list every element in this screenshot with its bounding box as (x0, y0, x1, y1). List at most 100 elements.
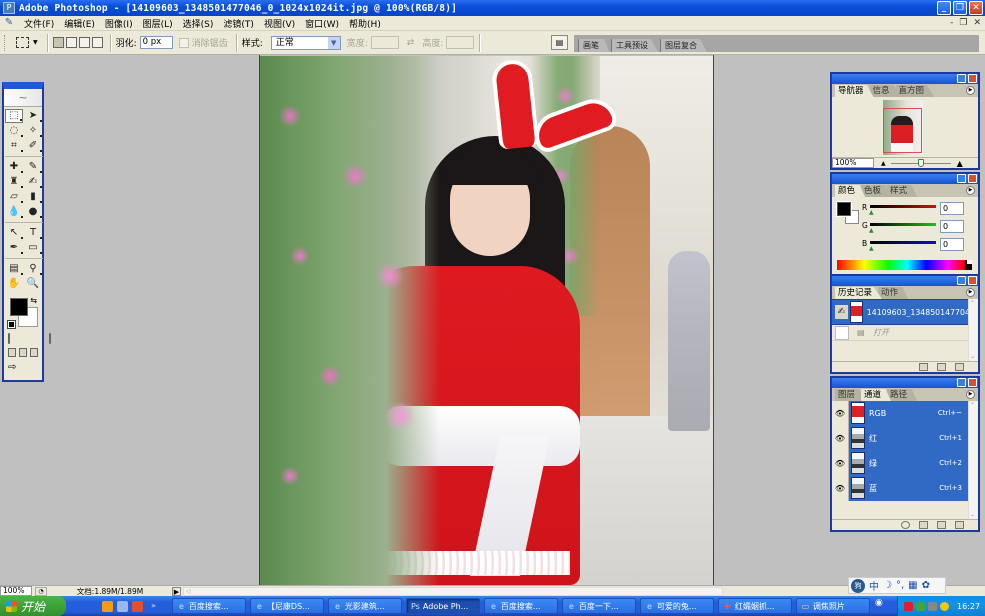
new-selection-button[interactable] (52, 37, 64, 48)
ime-keyboard-icon[interactable]: ▦ (908, 580, 917, 591)
ime-settings-icon[interactable]: ✿ (922, 580, 930, 591)
quick-launch-app-icon[interactable] (132, 600, 143, 612)
tray-app-icon[interactable]: ◉ (875, 598, 889, 612)
palette-minimize-button[interactable] (957, 174, 966, 183)
new-channel-icon[interactable] (937, 521, 946, 529)
gradient-tool-icon[interactable]: ▮ (24, 190, 42, 204)
status-menu-arrow-icon[interactable]: ▶ (172, 586, 181, 596)
tab-paths[interactable]: 路径 (887, 389, 918, 401)
subtract-from-selection-button[interactable] (78, 37, 90, 48)
tray-clock[interactable]: 16:27 (957, 602, 980, 611)
notes-tool-icon[interactable]: ▤ (5, 262, 23, 276)
palette-menu-icon[interactable]: ▶ (966, 186, 975, 195)
tab-actions[interactable]: 动作 (878, 287, 909, 299)
zoom-slider-thumb[interactable] (917, 158, 924, 167)
quick-launch-ie-icon[interactable] (117, 600, 128, 612)
channel-row-red[interactable]: 👁 红 Ctrl+1 (832, 425, 978, 451)
pen-tool-icon[interactable]: ✒ (5, 241, 23, 255)
palette-title-bar[interactable] (832, 276, 978, 286)
history-brush-source-icon[interactable]: ✍ (835, 305, 848, 319)
history-source-checkbox[interactable] (835, 325, 849, 340)
menu-select[interactable]: 选择(S) (178, 17, 219, 30)
history-brush-tool-icon[interactable]: ✍ (24, 175, 42, 189)
palette-close-button[interactable] (968, 174, 977, 183)
lasso-tool-icon[interactable]: ◌ (5, 124, 23, 138)
delete-state-icon[interactable] (955, 363, 964, 371)
tool-preset-marquee-icon[interactable] (16, 37, 29, 48)
menu-layer[interactable]: 图层(L) (138, 17, 178, 30)
tool-preset-dropdown-icon[interactable]: ▼ (33, 39, 38, 46)
taskbar-item[interactable]: e 百度搜索... (171, 598, 246, 614)
doc-restore-button[interactable]: ❐ (959, 18, 967, 28)
tab-histogram[interactable]: 直方图 (895, 85, 935, 97)
menu-edit[interactable]: 编辑(E) (59, 17, 100, 30)
tab-navigator[interactable]: 导航器 (835, 85, 874, 97)
file-browser-icon[interactable]: ▤ (551, 35, 568, 50)
load-channel-as-selection-icon[interactable] (901, 521, 910, 529)
new-document-from-state-icon[interactable] (919, 363, 928, 371)
taskbar-item[interactable]: ✚ 红孀姻抓... (717, 598, 792, 614)
tab-history[interactable]: 历史记录 (835, 287, 883, 299)
swap-colors-icon[interactable]: ⇆ (30, 296, 37, 305)
palette-menu-icon[interactable]: ▶ (966, 86, 975, 95)
ime-logo-icon[interactable]: 狗 (851, 578, 865, 593)
history-scrollbar[interactable] (968, 299, 978, 361)
rect-marquee-tool-icon[interactable]: ⬚ (5, 109, 23, 123)
document-icon[interactable]: ✎ (3, 17, 15, 29)
tab-channels[interactable]: 通道 (861, 389, 892, 401)
visibility-eye-icon[interactable]: 👁 (832, 475, 849, 501)
palette-title-bar[interactable] (832, 74, 978, 84)
tray-app-icon[interactable] (928, 601, 937, 611)
eyedropper-tool-icon[interactable]: ⚲ (24, 262, 42, 276)
photoshop-app-icon[interactable]: P (3, 2, 15, 14)
blue-ramp-slider[interactable] (870, 241, 936, 244)
ime-chinese-mode-icon[interactable]: 中 (869, 578, 879, 593)
taskbar-item[interactable]: ▭ 调焦照片 (795, 598, 870, 614)
palette-minimize-button[interactable] (957, 276, 966, 285)
menu-window[interactable]: 窗口(W) (300, 17, 344, 30)
palette-menu-icon[interactable]: ▶ (966, 390, 975, 399)
channel-row-green[interactable]: 👁 绿 Ctrl+2 (832, 450, 978, 476)
options-grip[interactable] (4, 34, 7, 51)
color-spectrum-bar[interactable] (837, 260, 972, 270)
palette-close-button[interactable] (968, 378, 977, 387)
green-ramp-slider[interactable] (870, 223, 936, 226)
blur-tool-icon[interactable]: 💧 (5, 205, 23, 219)
magic-wand-tool-icon[interactable]: ✧ (24, 124, 42, 138)
color-foreground-swatch[interactable] (836, 201, 852, 217)
slider-handle-icon[interactable]: ▲ (869, 245, 874, 252)
menu-filter[interactable]: 滤镜(T) (218, 17, 259, 30)
default-colors-icon[interactable] (7, 320, 16, 329)
navigator-zoom-slider[interactable] (890, 158, 951, 167)
restore-button[interactable]: ❐ (953, 1, 967, 15)
tab-layers[interactable]: 图层 (835, 389, 866, 401)
doc-close-button[interactable]: ✕ (973, 18, 981, 28)
tab-swatches[interactable]: 色板 (861, 185, 892, 197)
channel-row-rgb[interactable]: 👁 RGB Ctrl+~ (832, 400, 978, 426)
taskbar-item[interactable]: e 百度搜索... (483, 598, 558, 614)
brush-tool-icon[interactable]: ✎ (24, 160, 42, 174)
palette-title-bar[interactable] (832, 174, 978, 184)
palette-title-bar[interactable] (832, 378, 978, 388)
palette-menu-icon[interactable]: ▶ (966, 288, 975, 297)
quick-launch-more-icon[interactable]: » (151, 601, 156, 612)
quick-launch-qq-icon[interactable] (102, 600, 113, 612)
minimize-button[interactable]: _ (937, 1, 951, 15)
navigator-thumbnail[interactable] (883, 100, 923, 155)
taskbar-item[interactable]: e 可爱的兔... (639, 598, 714, 614)
height-input[interactable] (446, 36, 475, 49)
move-tool-icon[interactable]: ➤ (24, 109, 42, 123)
palette-minimize-button[interactable] (957, 378, 966, 387)
menu-file[interactable]: 文件(F) (19, 17, 59, 30)
tab-info[interactable]: 信息 (869, 85, 900, 97)
style-select[interactable]: 正常 ▼ (270, 35, 341, 50)
foreground-color-swatch[interactable] (10, 298, 28, 316)
zoom-tool-icon[interactable]: 🔍 (24, 277, 42, 291)
horizontal-scrollbar[interactable]: ◁ (183, 586, 723, 596)
doc-minimize-button[interactable]: - (950, 18, 953, 28)
quick-mask-mode-button[interactable] (49, 333, 51, 344)
status-zoom-input[interactable]: 100% (0, 586, 32, 596)
palette-minimize-button[interactable] (957, 74, 966, 83)
full-screen-mode-button[interactable] (30, 348, 38, 357)
green-value-input[interactable]: 0 (940, 220, 964, 233)
